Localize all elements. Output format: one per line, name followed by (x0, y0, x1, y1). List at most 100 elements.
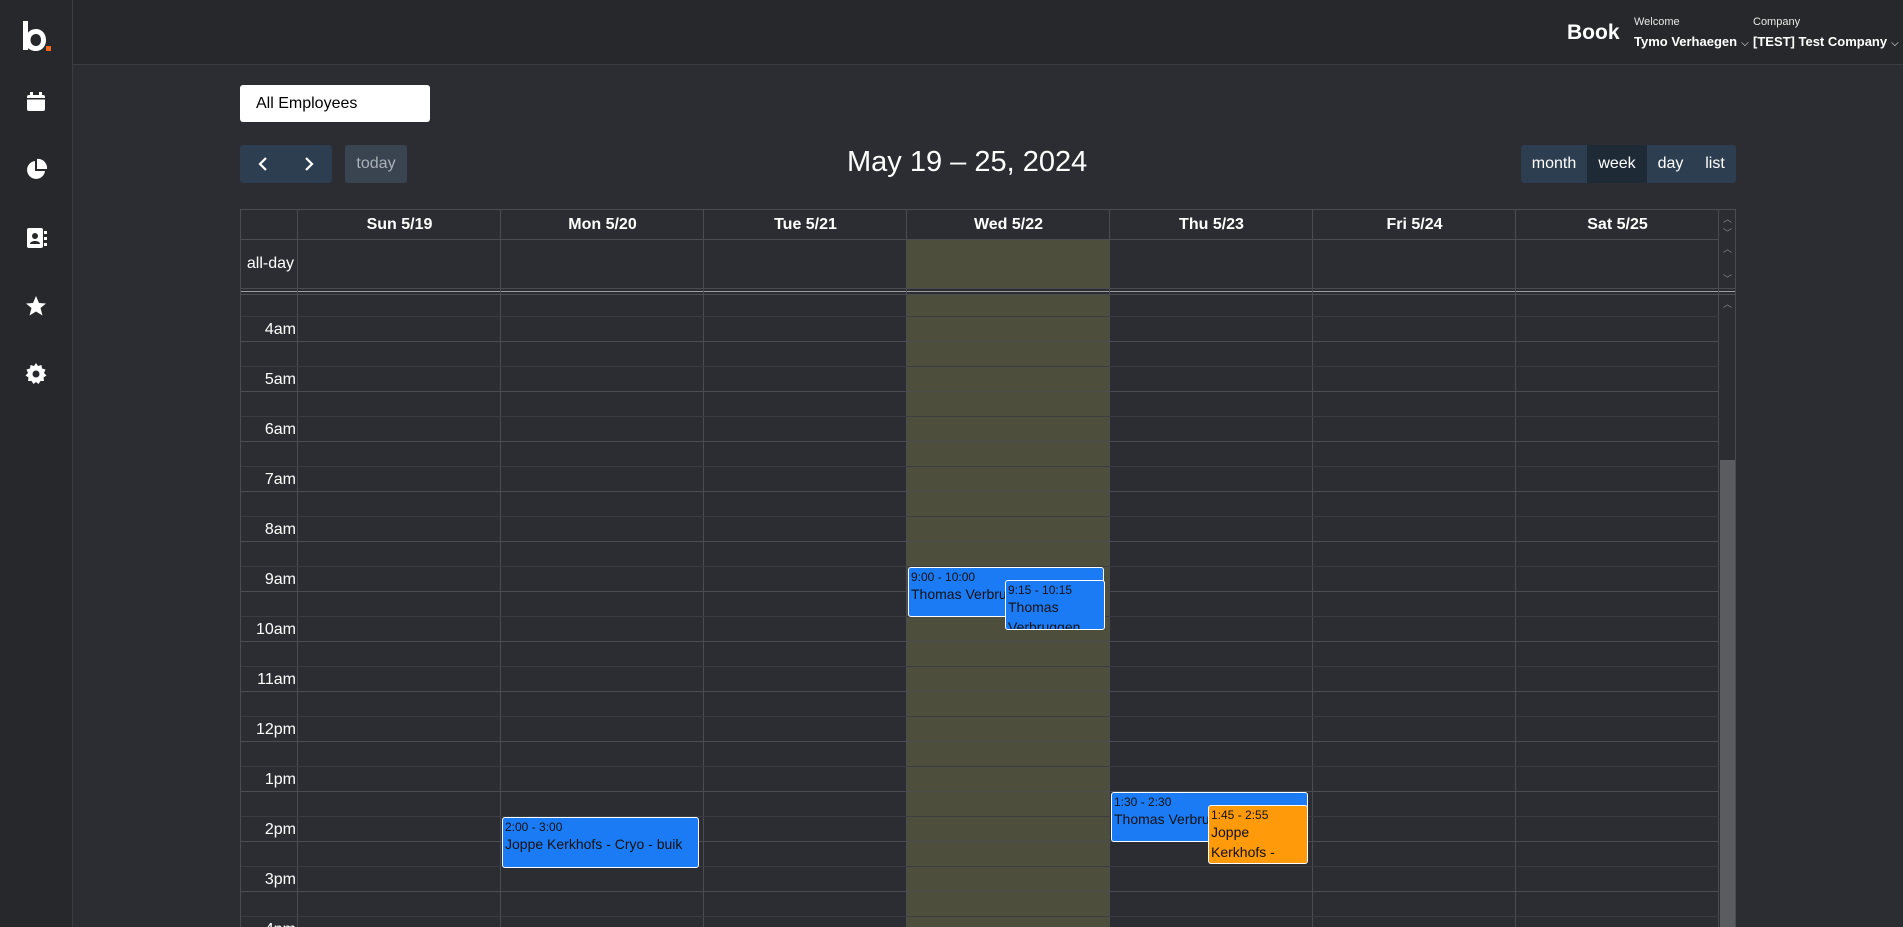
scroll-down-icon[interactable]: ﹀ (1723, 272, 1732, 285)
day-header: Sat 5/25 (1587, 216, 1648, 233)
employee-select[interactable]: All Employees (240, 85, 430, 122)
divider (241, 291, 1735, 292)
calendar-title: May 19 – 25, 2024 (847, 146, 1088, 178)
grid-line (241, 541, 1719, 542)
grid-line (241, 666, 1719, 667)
today-button[interactable]: today (345, 145, 407, 183)
grid-line (241, 841, 1719, 842)
grid-line (241, 716, 1719, 717)
time-label: 3pm (264, 871, 296, 888)
time-label: 5am (264, 371, 296, 388)
day-header: Fri 5/24 (1386, 216, 1443, 233)
chevron-right-icon (305, 157, 314, 171)
time-label: 8am (264, 521, 296, 538)
grid-line (241, 791, 1719, 792)
divider (1515, 210, 1516, 927)
pie-chart-icon[interactable] (24, 158, 48, 182)
day-header: Tue 5/21 (774, 216, 837, 233)
grid-line (241, 366, 1719, 367)
star-icon[interactable] (24, 294, 48, 318)
calendar-event[interactable]: 9:15 - 10:15 Thomas Verbruggen (1005, 580, 1105, 630)
divider (297, 210, 298, 927)
divider (241, 239, 1719, 240)
event-title: Thomas Verbruggen (1008, 599, 1081, 630)
today-allday-cell (907, 240, 1110, 288)
view-month-button[interactable]: month (1521, 145, 1587, 183)
b-logo-icon[interactable] (20, 20, 52, 54)
top-bar: Book Welcome Tymo Verhaegen ⌵ Company [TE… (73, 0, 1903, 65)
chevron-down-icon: ⌵ (1741, 38, 1749, 49)
divider (1109, 210, 1110, 927)
event-title: Joppe Kerkhofs - (1211, 824, 1275, 860)
grid-line (241, 491, 1719, 492)
sidebar (0, 0, 73, 927)
grid-line (241, 866, 1719, 867)
event-time: 9:15 - 10:15 (1008, 583, 1073, 597)
time-label: 6am (264, 421, 296, 438)
scroll-up-icon[interactable]: ︿ (1723, 242, 1732, 255)
divider (241, 288, 1735, 289)
all-day-label: all-day (246, 255, 294, 272)
grid-line (241, 766, 1719, 767)
company-label: Company (1753, 16, 1801, 28)
grid-line (241, 816, 1719, 817)
view-week-button[interactable]: week (1587, 145, 1647, 183)
scroll-up-icon[interactable]: ︿ (1723, 297, 1732, 310)
gear-icon[interactable] (24, 362, 48, 386)
grid-line (241, 516, 1719, 517)
grid-line (241, 391, 1719, 392)
address-book-icon[interactable] (24, 226, 48, 250)
calendar-icon[interactable] (24, 90, 48, 114)
time-label: 1pm (264, 771, 296, 788)
divider (1718, 210, 1719, 927)
calendar-event[interactable]: 2:00 - 3:00 Joppe Kerkhofs - Cryo - buik (502, 817, 699, 868)
user-menu[interactable]: Tymo Verhaegen ⌵ (1634, 34, 1749, 49)
divider (703, 210, 704, 927)
week-calendar: Sun 5/19 Mon 5/20 Tue 5/21 Wed 5/22 Thu … (240, 209, 1736, 927)
prev-button[interactable] (240, 145, 286, 183)
grid-line (241, 641, 1719, 642)
grid-line (241, 741, 1719, 742)
calendar-event[interactable]: 1:45 - 2:55 Joppe Kerkhofs - (1208, 805, 1308, 864)
time-label: 11am (257, 671, 296, 688)
view-list-button[interactable]: list (1694, 145, 1736, 183)
company-name: [TEST] Test Company (1753, 34, 1888, 49)
day-header: Wed 5/22 (973, 216, 1044, 233)
scroll-down-icon[interactable]: ﹀ (1723, 226, 1732, 239)
app-title: Book (1567, 21, 1620, 44)
time-label: 12pm (255, 721, 296, 738)
chevron-down-icon: ⌵ (1891, 38, 1899, 49)
day-header: Thu 5/23 (1179, 216, 1244, 233)
event-title: Joppe Kerkhofs - Cryo - buik (505, 836, 683, 852)
scroll-up-icon[interactable]: ︿ (1723, 212, 1732, 225)
day-header: Sun 5/19 (366, 216, 433, 233)
divider (500, 210, 501, 927)
grid-line (241, 441, 1719, 442)
grid-line (241, 416, 1719, 417)
time-label: 10am (255, 621, 296, 638)
event-time: 2:00 - 3:00 (505, 820, 563, 834)
divider (241, 294, 1735, 295)
grid-line (241, 916, 1719, 917)
welcome-label: Welcome (1634, 16, 1680, 28)
time-label: 9am (264, 571, 296, 588)
event-time: 1:45 - 2:55 (1211, 808, 1269, 822)
grid-line (241, 341, 1719, 342)
day-header: Mon 5/20 (568, 216, 637, 233)
chevron-left-icon (258, 157, 267, 171)
user-name: Tymo Verhaegen (1634, 34, 1738, 49)
time-label: 4am (264, 321, 296, 338)
view-day-button[interactable]: day (1647, 145, 1694, 183)
grid-line (241, 466, 1719, 467)
grid-line (241, 891, 1719, 892)
divider (906, 210, 907, 927)
time-label: 7am (264, 471, 296, 488)
scrollbar[interactable] (1720, 460, 1735, 927)
grid-line (241, 316, 1719, 317)
grid-line (241, 691, 1719, 692)
next-button[interactable] (286, 145, 332, 183)
divider (1312, 210, 1313, 927)
time-label: 4pm (241, 921, 296, 927)
company-menu[interactable]: [TEST] Test Company ⌵ (1753, 34, 1899, 49)
time-label: 2pm (264, 821, 296, 838)
